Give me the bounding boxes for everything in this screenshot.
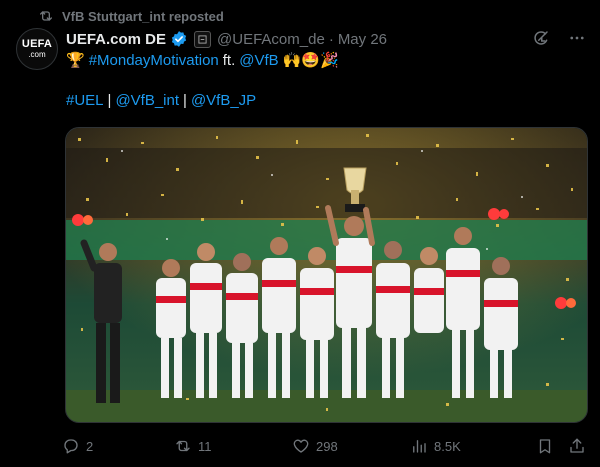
trophy-celebration-photo xyxy=(66,128,587,422)
pipe-separator: | xyxy=(183,92,187,109)
reply-button[interactable]: 2 xyxy=(62,437,174,455)
hashtag-mondaymotivation[interactable]: #MondayMotivation xyxy=(89,51,219,71)
share-icon[interactable] xyxy=(568,437,586,455)
verified-badge-icon[interactable] xyxy=(170,30,188,48)
secondary-actions xyxy=(536,437,586,455)
top-actions xyxy=(532,29,586,47)
like-count: 298 xyxy=(316,438,338,454)
mention-vfb-int[interactable]: @VfB_int xyxy=(115,91,179,111)
bookmark-icon[interactable] xyxy=(536,437,554,455)
affiliate-badge-icon[interactable] xyxy=(194,30,212,48)
avatar[interactable]: UEFA .com xyxy=(16,28,58,70)
repost-text: VfB Stuttgart_int reposted xyxy=(62,8,224,24)
tweet-actions: 2 11 298 8.5K xyxy=(62,436,586,456)
mention-vfb[interactable]: @VfB xyxy=(239,51,278,71)
tweet-line-1: 🏆 #MondayMotivation ft. @VfB 🙌🤩🎉 xyxy=(66,51,584,71)
avatar-text-main: UEFA xyxy=(21,38,53,50)
tweet-line-2: #UEL | @VfB_int | @VfB_JP xyxy=(66,91,584,111)
repost-icon xyxy=(176,440,190,452)
analytics-icon xyxy=(413,440,426,453)
author-handle[interactable]: @UEFAcom_de xyxy=(217,31,325,48)
tweet-header: UEFA.com DE @UEFAcom_de · May 26 xyxy=(66,29,540,49)
celebration-emojis: 🙌🤩🎉 xyxy=(282,52,339,69)
hashtag-uel[interactable]: #UEL xyxy=(66,91,104,111)
more-options-icon[interactable] xyxy=(568,29,586,47)
reply-count: 2 xyxy=(86,438,94,454)
repost-indicator[interactable]: VfB Stuttgart_int reposted xyxy=(38,7,224,25)
repost-icon xyxy=(40,11,52,21)
repost-button[interactable]: 11 xyxy=(174,437,292,455)
trophy-emoji: 🏆 xyxy=(66,52,85,69)
repost-count: 11 xyxy=(198,438,212,454)
mention-vfb-jp[interactable]: @VfB_JP xyxy=(191,91,256,111)
header-separator: · xyxy=(328,30,334,48)
heart-icon xyxy=(293,439,309,453)
pipe-separator: | xyxy=(107,92,112,109)
tweet-text: 🏆 #MondayMotivation ft. @VfB 🙌🤩🎉 #UEL | … xyxy=(66,51,584,111)
post-date[interactable]: May 26 xyxy=(338,31,387,48)
like-button[interactable]: 298 xyxy=(292,437,410,455)
ft-text: ft. xyxy=(222,52,236,69)
views-button[interactable]: 8.5K xyxy=(410,437,516,455)
view-count: 8.5K xyxy=(434,438,461,454)
reply-icon xyxy=(64,439,78,454)
tweet-photo[interactable] xyxy=(65,127,588,423)
author-name[interactable]: UEFA.com DE xyxy=(66,31,166,48)
avatar-text-sub: .com xyxy=(28,50,46,59)
grok-icon[interactable] xyxy=(532,29,550,47)
